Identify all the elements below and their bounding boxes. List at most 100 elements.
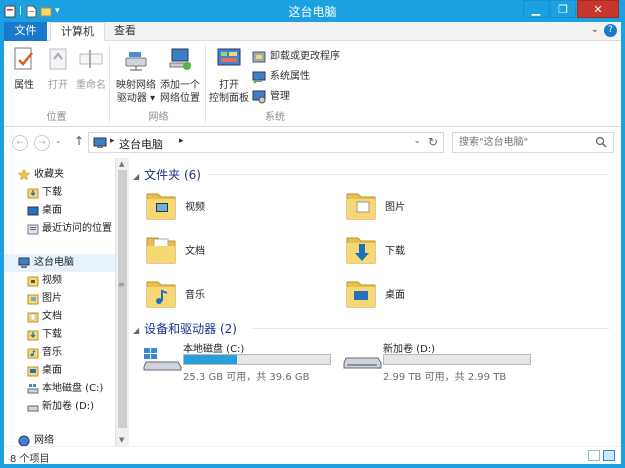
minimize-button[interactable]: ▁ [523, 0, 549, 18]
map-network-drive-button[interactable]: 映射网络 驱动器 ▾ [114, 45, 158, 105]
folder-item-documents[interactable]: 文档 [145, 230, 305, 270]
back-button[interactable]: ← [12, 135, 28, 151]
folder-name: 视频 [185, 202, 205, 213]
nav-favorites[interactable]: 收藏夹 [4, 166, 64, 184]
refresh-icon[interactable]: ↻ [428, 135, 438, 149]
tab-file[interactable]: 文件 [4, 22, 47, 41]
network-icon [18, 435, 30, 446]
ribbon-group-system: 打开 控制面板 卸载或更改程序 系统属性 管理 系统 [208, 45, 342, 123]
address-row: ← → ⌄ ↑ ▸ 这台电脑 ▸ ⌄ ↻ [4, 127, 621, 158]
drive-space-info: 25.3 GB 可用，共 39.6 GB [183, 372, 310, 383]
nav-item-local-disk-c[interactable]: 本地磁盘 (C:) [4, 380, 103, 398]
system-properties-button[interactable]: 系统属性 [252, 69, 310, 85]
chevron-down-icon[interactable]: ⌄ [591, 24, 599, 35]
nav-item-downloads[interactable]: 下载 [4, 184, 62, 202]
star-icon [18, 169, 30, 181]
breadcrumb-separator-icon[interactable]: ▸ [110, 136, 115, 146]
nav-item-label: 文档 [42, 311, 62, 322]
folder-item-videos[interactable]: 视频 [145, 186, 305, 226]
drive-usage-bar [383, 354, 531, 365]
scroll-up-arrow-icon[interactable]: ▲ [119, 160, 124, 168]
properties-button[interactable]: 属性 [10, 45, 38, 92]
drive-icon [343, 357, 382, 369]
scroll-down-arrow-icon[interactable]: ▼ [119, 436, 124, 444]
drive-space-info: 2.99 TB 可用，共 2.99 TB [383, 372, 507, 383]
map-network-drive-label-2: 驱动器 ▾ [116, 93, 156, 104]
nav-item-pictures[interactable]: 图片 [4, 290, 62, 308]
address-dropdown-chevron-icon[interactable]: ⌄ [413, 136, 421, 146]
nav-item-videos[interactable]: 视频 [4, 272, 62, 290]
folder-item-pictures[interactable]: 图片 [345, 186, 505, 226]
nav-item-documents[interactable]: 文档 [4, 308, 62, 326]
nav-item-desktop[interactable]: 桌面 [4, 202, 62, 220]
search-icon[interactable] [595, 136, 607, 148]
manage-button[interactable]: 管理 [252, 89, 290, 105]
nav-item-downloads[interactable]: 下载 [4, 326, 62, 344]
address-bar[interactable]: ▸ 这台电脑 ▸ ⌄ ↻ [88, 132, 444, 153]
help-button[interactable]: ? [604, 24, 617, 37]
forward-button[interactable]: → [34, 135, 50, 151]
nav-item-desktop[interactable]: 桌面 [4, 362, 62, 380]
tab-computer[interactable]: 计算机 [50, 22, 105, 42]
documents-folder-icon [27, 312, 39, 323]
scrollbar-thumb[interactable] [118, 170, 127, 428]
nav-this-pc-label: 这台电脑 [34, 257, 74, 268]
open-control-panel-button[interactable]: 打开 控制面板 [208, 45, 250, 105]
recent-places-icon [27, 224, 39, 235]
group-label-location: 位置 [46, 112, 67, 123]
close-button[interactable]: ✕ [577, 0, 619, 18]
breadcrumb-this-pc[interactable]: 这台电脑 [119, 136, 163, 152]
open-button[interactable]: 打开 [44, 45, 72, 92]
nav-item-label: 下载 [42, 329, 62, 340]
nav-item-recent-places[interactable]: 最近访问的位置 [4, 220, 112, 238]
content-pane: ◢ 文件夹 (6) 视频 图片 文档 下载 音乐 桌面 ◢ 设备和驱动器 (2) [129, 158, 621, 446]
system-properties-icon [252, 71, 266, 84]
network-location-icon [169, 48, 191, 70]
recent-locations-chevron-icon[interactable]: ⌄ [55, 136, 62, 145]
folder-item-desktop[interactable]: 桌面 [345, 274, 505, 314]
nav-item-label: 视频 [42, 275, 62, 286]
rename-button[interactable]: 重命名 [74, 45, 108, 92]
restore-button[interactable]: ❐ [550, 0, 576, 18]
breadcrumb-separator-icon[interactable]: ▸ [179, 136, 184, 146]
nav-network[interactable]: 网络 [4, 432, 54, 446]
folder-item-music[interactable]: 音乐 [145, 274, 305, 314]
up-button[interactable]: ↑ [74, 134, 84, 148]
add-network-location-button[interactable]: 添加一个 网络位置 [158, 45, 202, 105]
ribbon-group-network: 映射网络 驱动器 ▾ 添加一个 网络位置 网络 [112, 45, 206, 123]
large-icons-view-icon[interactable] [603, 450, 615, 461]
details-view-icon[interactable] [588, 450, 600, 461]
nav-item-music[interactable]: 音乐 [4, 344, 62, 362]
item-count: 8 个项目 [10, 454, 50, 465]
nav-item-new-volume-d[interactable]: 新加卷 (D:) [4, 398, 94, 416]
documents-folder-icon [146, 237, 176, 264]
drives-section-header[interactable]: ◢ 设备和驱动器 (2) [133, 320, 237, 337]
folder-item-downloads[interactable]: 下载 [345, 230, 505, 270]
drive-item-c[interactable]: 本地磁盘 (C:) 25.3 GB 可用，共 39.6 GB [143, 340, 343, 384]
search-input[interactable] [453, 133, 593, 152]
search-box[interactable] [452, 132, 614, 153]
computer-icon [18, 257, 30, 268]
music-folder-icon [146, 281, 176, 308]
nav-item-label: 桌面 [42, 365, 62, 376]
collapse-arrow-icon[interactable]: ◢ [133, 326, 139, 335]
nav-item-label: 桌面 [42, 205, 62, 216]
folders-section-header[interactable]: ◢ 文件夹 (6) [133, 166, 201, 183]
nav-this-pc[interactable]: 这台电脑 [4, 254, 115, 272]
uninstall-program-button[interactable]: 卸载或更改程序 [252, 49, 340, 65]
ribbon-group-location: 属性 打开 重命名 位置 [4, 45, 110, 123]
system-drive-icon [27, 384, 39, 394]
nav-favorites-label: 收藏夹 [34, 169, 64, 180]
manage-label: 管理 [270, 91, 290, 102]
tab-view[interactable]: 查看 [104, 22, 146, 41]
collapse-arrow-icon[interactable]: ◢ [133, 172, 139, 181]
drive-icon [27, 405, 39, 412]
drive-item-d[interactable]: 新加卷 (D:) 2.99 TB 可用，共 2.99 TB [343, 340, 543, 384]
map-network-drive-label-1: 映射网络 [116, 80, 156, 91]
pictures-folder-icon [27, 294, 39, 305]
downloads-icon [27, 188, 39, 199]
nav-scrollbar[interactable]: ▲ ≡ ▼ [115, 158, 129, 446]
open-label: 打开 [48, 80, 68, 91]
add-network-location-label-2: 网络位置 [160, 93, 200, 104]
folder-name: 文档 [185, 246, 205, 257]
